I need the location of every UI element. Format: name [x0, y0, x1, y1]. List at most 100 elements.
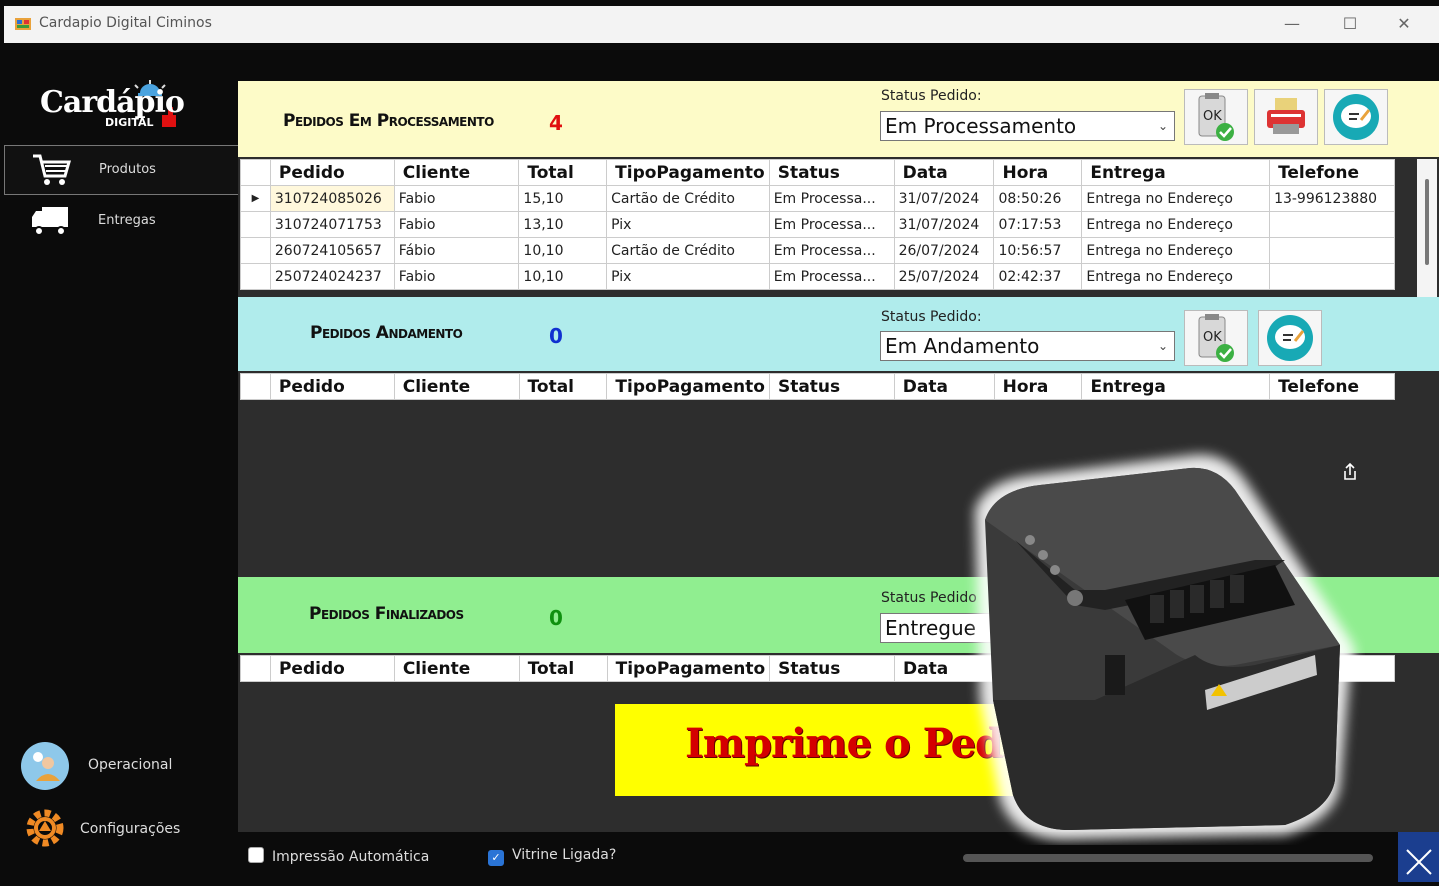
cell-cliente[interactable]: Fabio [393, 185, 520, 212]
cell-tipopagamento[interactable]: Cartão de Crédito [606, 185, 770, 212]
col-entrega[interactable]: Entrega [1081, 373, 1271, 400]
col-tipopagamento[interactable]: TipoPagamento [606, 159, 770, 186]
col-hora[interactable]: Hora [993, 373, 1083, 400]
cell-telefone[interactable] [1269, 211, 1395, 238]
truck-icon [32, 207, 68, 236]
sidebar-item-operacional[interactable]: Operacional [4, 739, 237, 795]
cell-hora[interactable]: 07:17:53 [993, 211, 1083, 238]
chevron-down-icon: ⌄ [1157, 119, 1168, 133]
col-status[interactable]: Status [769, 655, 896, 682]
cell-data[interactable]: 31/07/2024 [893, 185, 995, 212]
cell-total[interactable]: 15,10 [518, 185, 608, 212]
processing-count: 4 [549, 111, 563, 135]
col-pedido[interactable]: Pedido [269, 655, 395, 682]
maximize-button[interactable]: ☐ [1330, 11, 1370, 37]
col-tipopagamento[interactable]: TipoPagamento [606, 373, 770, 400]
cell-hora[interactable]: 08:50:26 [993, 185, 1083, 212]
cell-cliente[interactable]: Fabio [393, 263, 520, 290]
checkbox-checked-icon[interactable]: ✓ [488, 850, 504, 866]
cell-entrega[interactable]: Entrega no Endereço [1081, 263, 1271, 290]
processing-status-select[interactable]: Em Processamento ⌄ [880, 111, 1175, 141]
row-selector [240, 211, 271, 238]
cell-total[interactable]: 10,10 [518, 263, 608, 290]
table-row[interactable]: ▶ 310724085026 Fabio 15,10 Cartão de Cré… [240, 185, 1395, 212]
table-header-row: Pedido Cliente Total TipoPagamento Statu… [240, 373, 1395, 400]
table-row[interactable]: 310724071753 Fabio 13,10 Pix Em Processa… [240, 211, 1395, 238]
col-data[interactable]: Data [893, 159, 995, 186]
cell-total[interactable]: 13,10 [518, 211, 608, 238]
ok-check-icon: OK [1198, 314, 1234, 362]
sidebar-item-configuracoes[interactable]: Configurações [4, 803, 237, 859]
cell-entrega[interactable]: Entrega no Endereço [1081, 185, 1271, 212]
logo-text: Cardápio [40, 85, 185, 120]
col-status[interactable]: Status [768, 159, 895, 186]
processing-panel: Pedidos Em Processamento 4 Status Pedido… [238, 81, 1439, 157]
checkbox-box[interactable] [248, 847, 264, 863]
cell-status[interactable]: Em Processa... [768, 211, 895, 238]
chat-icon [1333, 94, 1379, 140]
close-button[interactable]: ✕ [1384, 11, 1424, 37]
cell-telefone[interactable] [1269, 237, 1395, 264]
table-row[interactable]: 260724105657 Fábio 10,10 Cartão de Crédi… [240, 237, 1395, 264]
cell-data[interactable]: 31/07/2024 [893, 211, 995, 238]
col-cliente[interactable]: Cliente [393, 655, 520, 682]
cell-data[interactable]: 25/07/2024 [893, 263, 995, 290]
svg-text:OK: OK [1203, 109, 1222, 124]
message-button[interactable] [1324, 89, 1388, 145]
col-total[interactable]: Total [518, 159, 608, 186]
cell-data[interactable]: 26/07/2024 [893, 237, 995, 264]
minimize-button[interactable]: — [1272, 11, 1312, 37]
col-telefone[interactable]: Telefone [1269, 159, 1395, 186]
col-entrega[interactable]: Entrega [1081, 159, 1271, 186]
progress-status-label: Status Pedido: [881, 309, 982, 325]
cell-tipopagamento[interactable]: Pix [606, 263, 770, 290]
cell-hora[interactable]: 10:56:57 [993, 237, 1083, 264]
progress-status-select[interactable]: Em Andamento ⌄ [880, 331, 1175, 361]
col-status[interactable]: Status [768, 373, 895, 400]
col-tipopagamento[interactable]: TipoPagamento [606, 655, 771, 682]
auto-print-checkbox[interactable]: Impressão Automática [248, 847, 429, 865]
cell-cliente[interactable]: Fábio [393, 237, 520, 264]
processing-scrollbar[interactable] [1417, 159, 1437, 297]
sidebar-item-entregas[interactable]: Entregas [4, 197, 237, 245]
vitrine-checkbox[interactable]: ✓ Vitrine Ligada? [488, 847, 616, 866]
cell-pedido[interactable]: 310724071753 [269, 211, 395, 238]
col-total[interactable]: Total [518, 655, 608, 682]
cell-status[interactable]: Em Processa... [768, 237, 895, 264]
ok-check-icon: OK [1198, 93, 1234, 141]
col-hora[interactable]: Hora [993, 159, 1083, 186]
cell-pedido[interactable]: 250724024237 [269, 263, 395, 290]
col-pedido[interactable]: Pedido [269, 373, 395, 400]
cell-status[interactable]: Em Processa... [768, 185, 895, 212]
col-cliente[interactable]: Cliente [393, 373, 520, 400]
cell-telefone[interactable]: 13-996123880 [1269, 185, 1395, 212]
gear-icon [26, 809, 64, 847]
processing-status-value: Em Processamento [885, 114, 1077, 138]
confirm-progress-button[interactable]: OK [1184, 310, 1248, 366]
cell-status[interactable]: Em Processa... [768, 263, 895, 290]
cell-entrega[interactable]: Entrega no Endereço [1081, 211, 1271, 238]
cell-tipopagamento[interactable]: Cartão de Crédito [606, 237, 770, 264]
print-order-button[interactable] [1254, 89, 1318, 145]
cell-pedido[interactable]: 310724085026 [269, 185, 395, 212]
cell-total[interactable]: 10,10 [518, 237, 608, 264]
cell-entrega[interactable]: Entrega no Endereço [1081, 237, 1271, 264]
confirm-order-button[interactable]: OK [1184, 89, 1248, 145]
col-total[interactable]: Total [518, 373, 608, 400]
cell-cliente[interactable]: Fabio [393, 211, 520, 238]
col-data[interactable]: Data [893, 373, 995, 400]
auto-print-label: Impressão Automática [272, 849, 430, 865]
cell-hora[interactable]: 02:42:37 [993, 263, 1083, 290]
close-overlay-button[interactable] [1398, 832, 1439, 882]
scrollbar-thumb[interactable] [1425, 179, 1429, 265]
col-pedido[interactable]: Pedido [269, 159, 395, 186]
cell-tipopagamento[interactable]: Pix [606, 211, 770, 238]
table-row[interactable]: 250724024237 Fabio 10,10 Pix Em Processa… [240, 263, 1395, 290]
col-telefone[interactable]: Telefone [1269, 373, 1395, 400]
sidebar-item-produtos[interactable]: Produtos [4, 145, 239, 195]
app-icon [15, 18, 31, 30]
cell-pedido[interactable]: 260724105657 [269, 237, 395, 264]
message-progress-button[interactable] [1258, 310, 1322, 366]
cell-telefone[interactable] [1269, 263, 1395, 290]
col-cliente[interactable]: Cliente [393, 159, 520, 186]
